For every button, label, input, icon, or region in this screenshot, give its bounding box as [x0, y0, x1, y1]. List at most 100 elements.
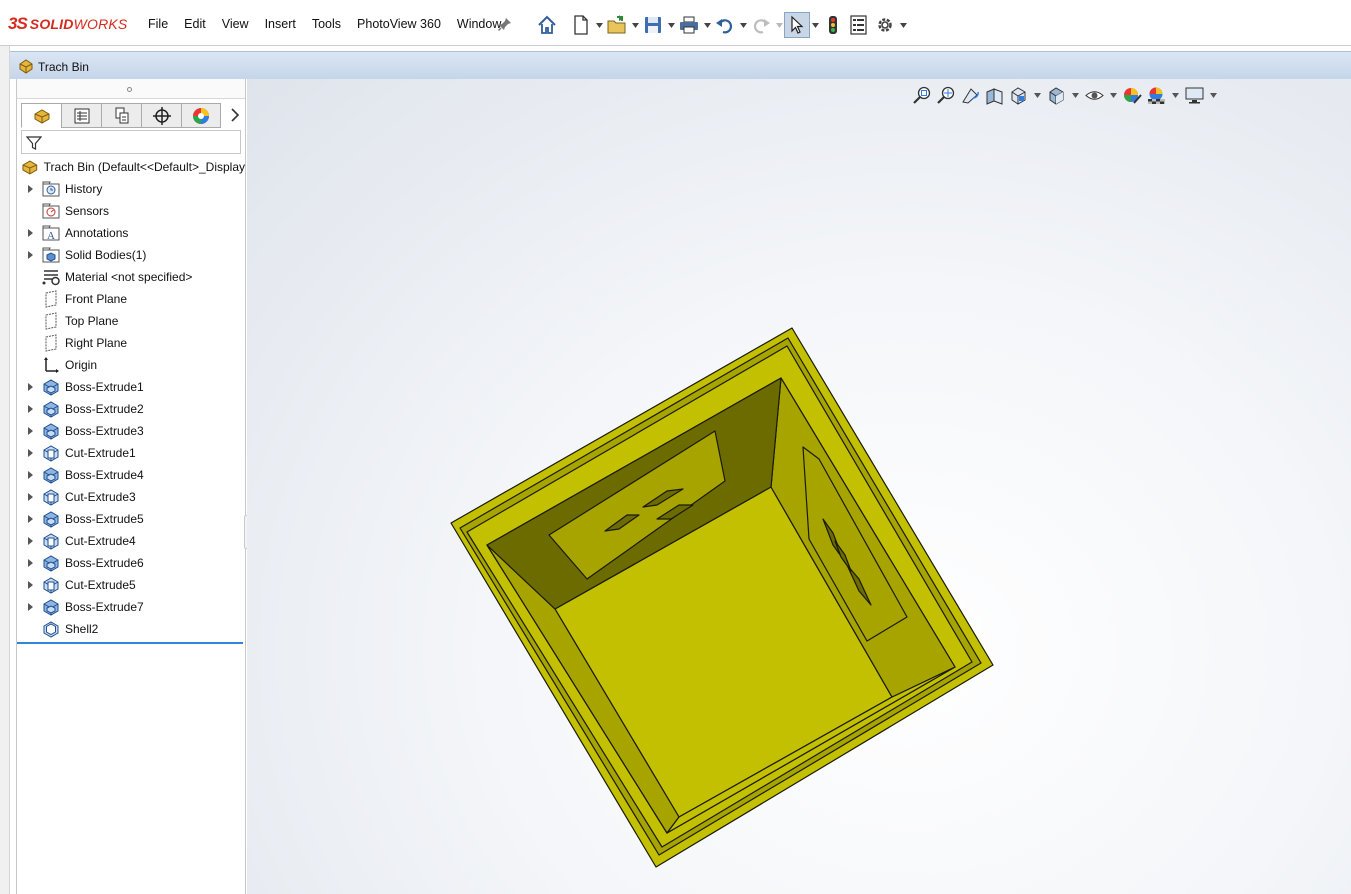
feature-tree-item[interactable]: Cut-Extrude5: [17, 574, 245, 596]
feature-tree-filter[interactable]: [21, 130, 241, 154]
panel-collapse-strip[interactable]: [17, 79, 245, 99]
chevron-down-icon: [595, 22, 603, 28]
feature-tree-item-label: Cut-Extrude1: [65, 446, 136, 460]
print-dropdown[interactable]: [702, 12, 712, 38]
view-orientation-dropdown[interactable]: [1030, 83, 1044, 107]
feature-tree-item[interactable]: Boss-Extrude1: [17, 376, 245, 398]
menu-edit[interactable]: Edit: [176, 17, 214, 31]
expand-arrow-icon[interactable]: [24, 404, 36, 414]
chevron-right-icon[interactable]: [229, 108, 241, 122]
rebuild-button[interactable]: [820, 12, 846, 38]
select-button[interactable]: [784, 12, 810, 38]
save-button[interactable]: [640, 12, 666, 38]
chevron-down-icon: [1209, 92, 1217, 98]
feature-tree-item-label: Material <not specified>: [65, 270, 193, 284]
section-view-button[interactable]: [982, 83, 1006, 107]
apply-scene-dropdown[interactable]: [1168, 83, 1182, 107]
feature-tree-item[interactable]: Boss-Extrude6: [17, 552, 245, 574]
feature-tree-item[interactable]: Shell2: [17, 618, 245, 640]
options-dropdown[interactable]: [898, 12, 908, 38]
open-button[interactable]: [604, 12, 630, 38]
new-document-dropdown[interactable]: [594, 12, 604, 38]
hide-show-items-dropdown[interactable]: [1106, 83, 1120, 107]
print-icon: [680, 16, 698, 34]
expand-arrow-icon[interactable]: [24, 536, 36, 546]
no-expand-spacer: [24, 624, 36, 634]
feature-tree-item[interactable]: Boss-Extrude3: [17, 420, 245, 442]
feature-tree-tab[interactable]: [21, 103, 61, 128]
feature-tree-item[interactable]: Cut-Extrude4: [17, 530, 245, 552]
graphics-area[interactable]: [247, 79, 1351, 894]
property-manager-tab[interactable]: [61, 103, 101, 128]
feature-tree-item[interactable]: History: [17, 178, 245, 200]
file-properties-button[interactable]: [846, 12, 872, 38]
save-dropdown[interactable]: [666, 12, 676, 38]
expand-arrow-icon[interactable]: [24, 492, 36, 502]
feature-tree-item[interactable]: Material <not specified>: [17, 266, 245, 288]
rollback-bar[interactable]: [17, 642, 243, 644]
menu-tools[interactable]: Tools: [304, 17, 349, 31]
display-style-button[interactable]: [1044, 83, 1068, 107]
feature-tree-item[interactable]: Solid Bodies(1): [17, 244, 245, 266]
display-style-dropdown[interactable]: [1068, 83, 1082, 107]
expand-arrow-icon[interactable]: [24, 470, 36, 480]
standard-toolbar: [534, 11, 908, 39]
expand-arrow-icon[interactable]: [24, 250, 36, 260]
menu-photoview-360[interactable]: PhotoView 360: [349, 17, 449, 31]
feature-tree-item[interactable]: Front Plane: [17, 288, 245, 310]
trash-bin-model[interactable]: [247, 79, 1351, 894]
feature-tree-item[interactable]: Right Plane: [17, 332, 245, 354]
menu-file[interactable]: File: [140, 17, 176, 31]
expand-arrow-icon[interactable]: [24, 558, 36, 568]
material-icon: [42, 270, 60, 286]
feature-tree-item[interactable]: Sensors: [17, 200, 245, 222]
feature-tree-item[interactable]: Boss-Extrude5: [17, 508, 245, 530]
expand-arrow-icon[interactable]: [24, 426, 36, 436]
feature-tree-item-label: Right Plane: [65, 336, 128, 350]
zoom-to-area-button[interactable]: [934, 83, 958, 107]
view-settings-dropdown[interactable]: [1206, 83, 1220, 107]
solidworks-logo[interactable]: 3S SOLIDWORKS: [8, 12, 127, 36]
feature-tree-root[interactable]: Trach Bin (Default<<Default>_Display: [17, 156, 245, 178]
undo-dropdown[interactable]: [738, 12, 748, 38]
previous-view-button[interactable]: [958, 83, 982, 107]
expand-arrow-icon[interactable]: [24, 602, 36, 612]
view-settings-button[interactable]: [1182, 83, 1206, 107]
feature-tree-item-label: Boss-Extrude1: [65, 380, 144, 394]
redo-dropdown[interactable]: [774, 12, 784, 38]
expand-arrow-icon[interactable]: [24, 514, 36, 524]
print-button[interactable]: [676, 12, 702, 38]
feature-tree-item[interactable]: Boss-Extrude7: [17, 596, 245, 618]
menu-view[interactable]: View: [214, 17, 257, 31]
feature-tree-item[interactable]: Top Plane: [17, 310, 245, 332]
display-manager-tab[interactable]: [181, 103, 221, 128]
menu-insert[interactable]: Insert: [257, 17, 304, 31]
feature-tree-item[interactable]: Boss-Extrude2: [17, 398, 245, 420]
view-orientation-button[interactable]: [1006, 83, 1030, 107]
redo-button[interactable]: [748, 12, 774, 38]
zoom-to-fit-button[interactable]: [910, 83, 934, 107]
undo-button[interactable]: [712, 12, 738, 38]
expand-arrow-icon[interactable]: [24, 228, 36, 238]
feature-tree-item[interactable]: Cut-Extrude3: [17, 486, 245, 508]
apply-scene-button[interactable]: [1144, 83, 1168, 107]
select-dropdown[interactable]: [810, 12, 820, 38]
undo-icon: [716, 19, 733, 34]
feature-tree-item[interactable]: Origin: [17, 354, 245, 376]
expand-arrow-icon[interactable]: [24, 382, 36, 392]
home-button[interactable]: [534, 12, 560, 38]
feature-tree-item[interactable]: Cut-Extrude1: [17, 442, 245, 464]
edit-appearance-button[interactable]: [1120, 83, 1144, 107]
new-document-button[interactable]: [568, 12, 594, 38]
hide-show-items-button[interactable]: [1082, 83, 1106, 107]
options-button[interactable]: [872, 12, 898, 38]
expand-arrow-icon[interactable]: [24, 580, 36, 590]
feature-tree-item[interactable]: A Annotations: [17, 222, 245, 244]
feature-tree-item[interactable]: Boss-Extrude4: [17, 464, 245, 486]
configuration-manager-tab[interactable]: [101, 103, 141, 128]
expand-arrow-icon[interactable]: [24, 448, 36, 458]
expand-arrow-icon[interactable]: [24, 184, 36, 194]
open-dropdown[interactable]: [630, 12, 640, 38]
dimxpert-tab[interactable]: [141, 103, 181, 128]
pin-menu-icon[interactable]: [498, 17, 512, 31]
